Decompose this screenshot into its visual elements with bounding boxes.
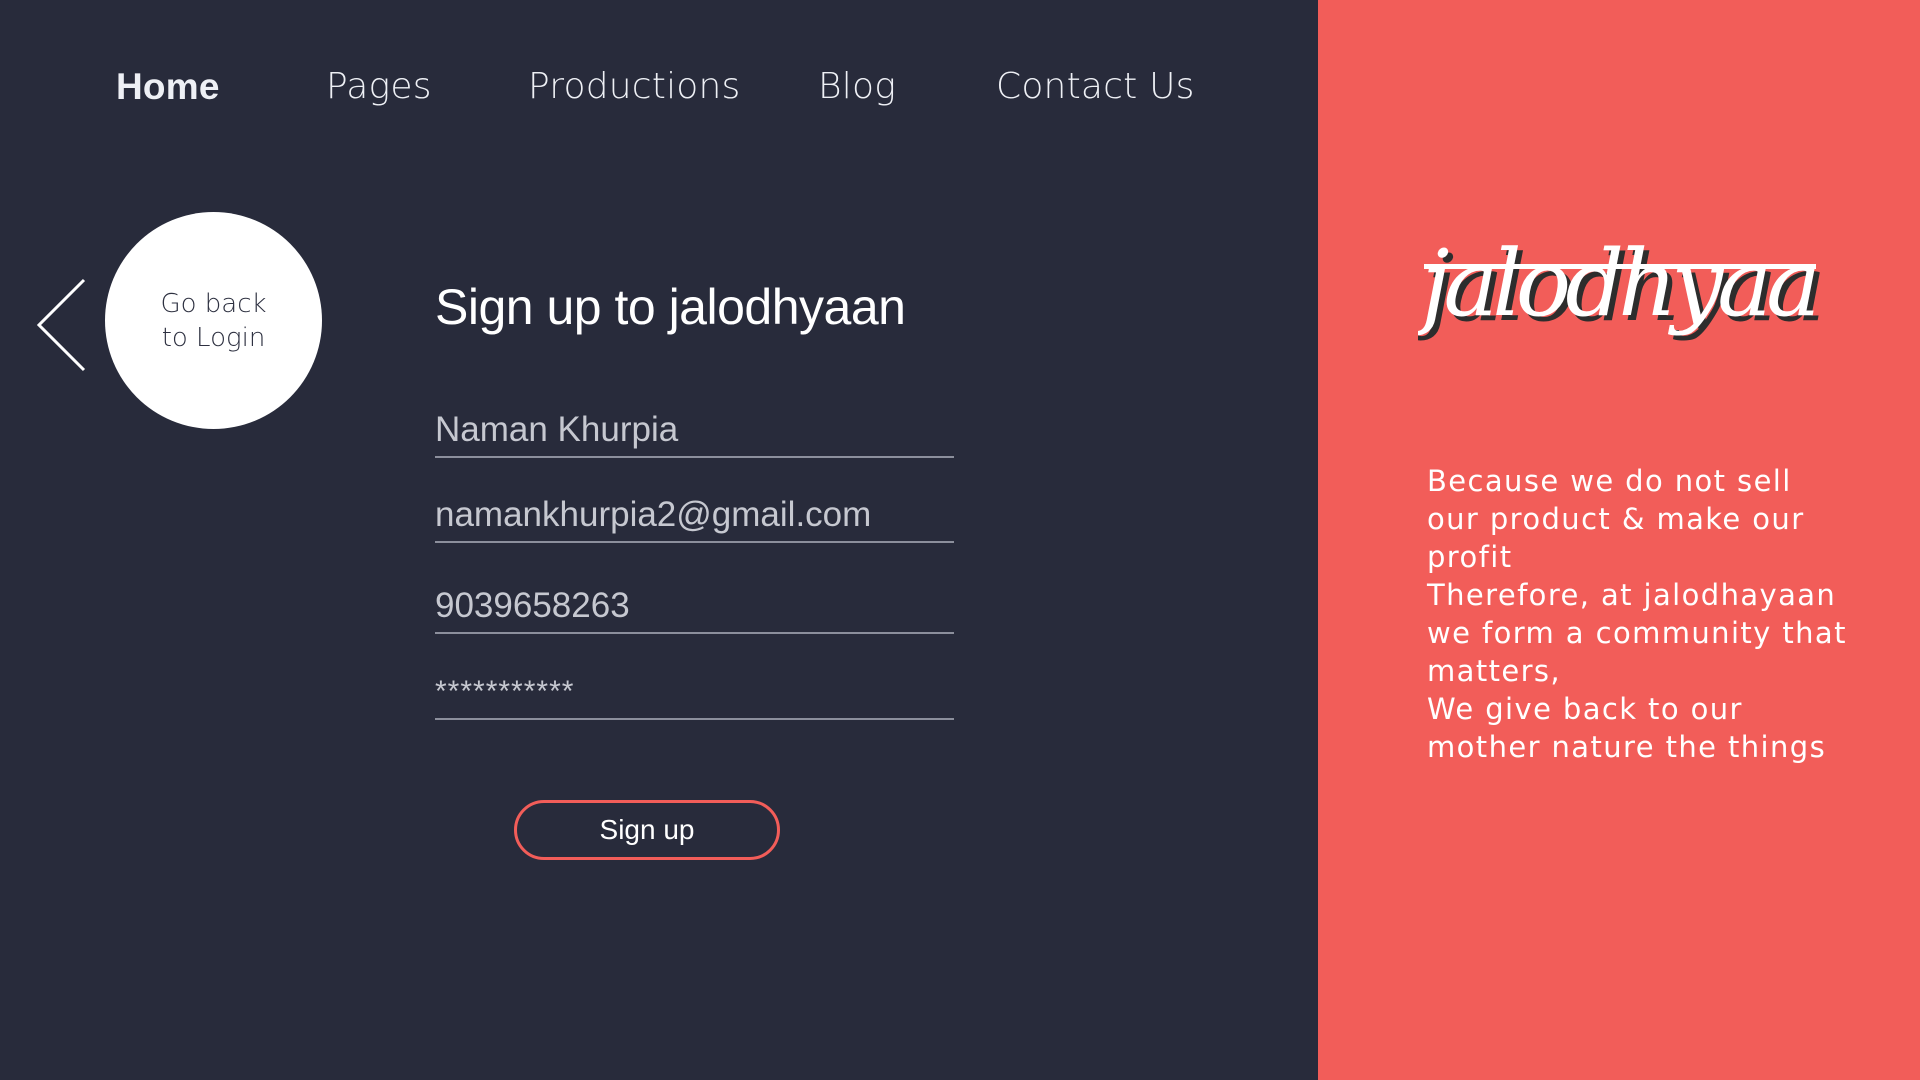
go-back-to-login-button[interactable]: Go back to Login	[105, 212, 322, 429]
nav-contact-us[interactable]: Contact Us	[996, 66, 1195, 107]
form-title: Sign up to jalodhyaan	[435, 279, 906, 335]
brand-line-5: we form a community that	[1427, 616, 1847, 650]
svg-text:jalodhyaan: jalodhyaan	[1418, 230, 1820, 337]
email-input[interactable]	[435, 489, 954, 541]
go-back-label: Go back to Login	[144, 287, 284, 355]
brand-line-3: profit	[1427, 540, 1513, 574]
nav-blog[interactable]: Blog	[818, 66, 896, 107]
brand-line-8: mother nature the things	[1427, 730, 1827, 764]
go-back-line-1: Go back	[160, 288, 267, 319]
password-field	[435, 666, 954, 720]
go-back-line-2: to Login	[161, 322, 266, 353]
phone-input[interactable]	[435, 580, 954, 632]
password-input[interactable]	[435, 666, 954, 718]
brand-line-1: Because we do not sell	[1427, 464, 1792, 498]
name-field	[435, 404, 954, 458]
brand-line-4: Therefore, at jalodhayaan	[1427, 578, 1837, 612]
signup-button[interactable]: Sign up	[514, 800, 780, 860]
nav-home[interactable]: Home	[116, 66, 220, 108]
brand-line-7: We give back to our	[1427, 692, 1743, 726]
chevron-left-icon[interactable]	[34, 276, 90, 374]
email-field	[435, 489, 954, 543]
nav-productions[interactable]: Productions	[528, 66, 741, 107]
brand-line-2: our product & make our	[1427, 502, 1805, 536]
nav-pages[interactable]: Pages	[326, 66, 432, 107]
brand-description: Because we do not sell our product & mak…	[1427, 462, 1847, 766]
phone-field	[435, 580, 954, 634]
brand-line-6: matters,	[1427, 654, 1562, 688]
jalodhyaan-logo: jalodhyaan jalodhyaan	[1404, 222, 1879, 352]
signup-panel: Home Pages Productions Blog Contact Us G…	[0, 0, 1318, 1080]
name-input[interactable]	[435, 404, 954, 456]
